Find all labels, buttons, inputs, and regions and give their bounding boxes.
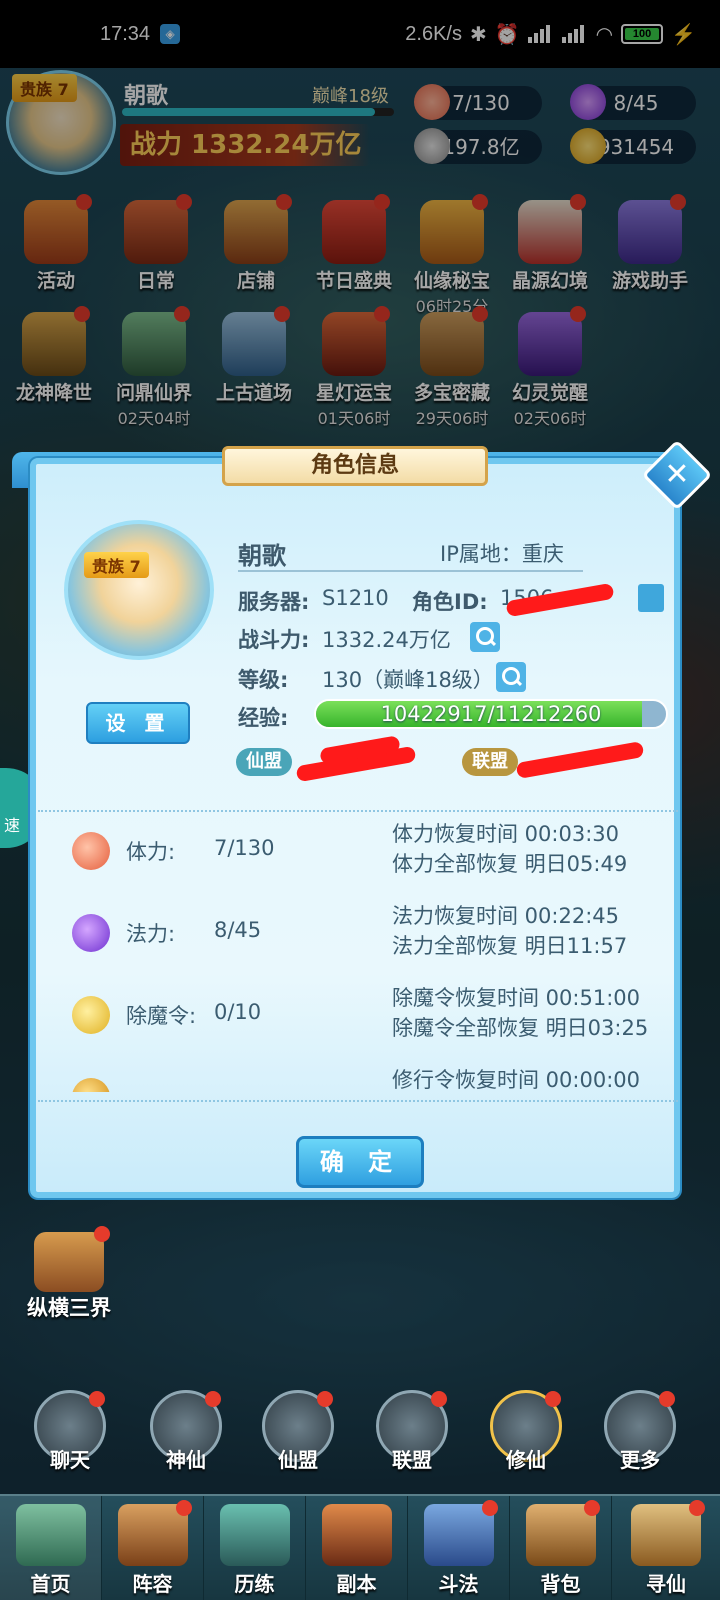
level-label: 等级:: [238, 668, 289, 692]
nav-dungeon[interactable]: 副本: [306, 1496, 408, 1600]
close-icon: ✕: [664, 457, 690, 492]
profile-vip-badge: 贵族 7: [84, 552, 149, 578]
confirm-button[interactable]: 确 定: [296, 1136, 424, 1188]
seek-icon: [631, 1500, 705, 1566]
scroll-icon: [72, 1078, 110, 1092]
level-search-icon[interactable]: [496, 662, 526, 692]
exp-label: 经验:: [238, 706, 289, 730]
power-label: 战斗力:: [238, 628, 310, 652]
power-search-icon[interactable]: [470, 622, 500, 652]
home-icon: [15, 1504, 86, 1566]
profile-avatar: [64, 520, 214, 660]
chat-button[interactable]: 聊天: [30, 1390, 110, 1473]
nav-home[interactable]: 首页: [0, 1496, 102, 1600]
resource-row-cultivation-token: 修行令恢复时间 00:00:00: [38, 1056, 678, 1092]
resource-row-demon-token: 除魔令: 0/10 除魔令恢复时间 00:51:00 除魔令全部恢复 明日03:…: [38, 974, 678, 1056]
exp-value: 10422917/11212260: [380, 702, 602, 726]
battle-icon: [423, 1500, 498, 1566]
role-id-label: 角色ID:: [412, 590, 488, 614]
dungeon-icon: [321, 1504, 392, 1566]
exp-progress-bar: 10422917/11212260: [314, 699, 668, 729]
cultivate-button[interactable]: 修仙: [486, 1390, 566, 1473]
realm-entry-icon: [34, 1226, 110, 1292]
resource-list[interactable]: 体力: 7/130 体力恢复时间 00:03:30 体力全部恢复 明日05:49…: [38, 810, 678, 1092]
bottom-nav: 首页 阵容 历练 副本 斗法 背包 寻仙: [0, 1494, 720, 1600]
level-value: 130（巅峰18级）: [322, 668, 494, 692]
flame-icon: [72, 914, 110, 952]
nav-battle[interactable]: 斗法: [408, 1496, 510, 1600]
more-button[interactable]: 更多: [600, 1390, 680, 1473]
nav-seek[interactable]: 寻仙: [612, 1496, 720, 1600]
bag-icon: [525, 1500, 600, 1566]
divider: [38, 1100, 678, 1102]
peach-icon: [72, 832, 110, 870]
alliance-tag[interactable]: 联盟: [462, 748, 518, 776]
realm-entry[interactable]: 纵横三界: [14, 1226, 124, 1322]
training-icon: [219, 1504, 290, 1566]
token-icon: [72, 996, 110, 1034]
name-underline: [238, 570, 583, 572]
resource-row-stamina: 体力: 7/130 体力恢复时间 00:03:30 体力全部恢复 明日05:49: [38, 810, 678, 892]
alliance-button[interactable]: 联盟: [372, 1390, 452, 1473]
dialog-title: 角色信息: [222, 446, 488, 486]
immortal-button[interactable]: 神仙: [146, 1390, 226, 1473]
copy-icon[interactable]: [638, 584, 664, 612]
lineup-icon: [117, 1500, 192, 1566]
server-value: S1210: [322, 586, 389, 610]
settings-button[interactable]: 设 置: [86, 702, 190, 744]
resource-row-mana: 法力: 8/45 法力恢复时间 00:22:45 法力全部恢复 明日11:57: [38, 892, 678, 974]
power-value: 1332.24万亿: [322, 628, 451, 652]
profile-name: 朝歌: [238, 542, 286, 570]
nav-lineup[interactable]: 阵容: [102, 1496, 204, 1600]
nav-training[interactable]: 历练: [204, 1496, 306, 1600]
guild-tag[interactable]: 仙盟: [236, 748, 292, 776]
ip-location: IP属地：重庆: [440, 542, 564, 566]
nav-bag[interactable]: 背包: [510, 1496, 612, 1600]
guild-button[interactable]: 仙盟: [258, 1390, 338, 1473]
server-label: 服务器:: [238, 590, 310, 614]
